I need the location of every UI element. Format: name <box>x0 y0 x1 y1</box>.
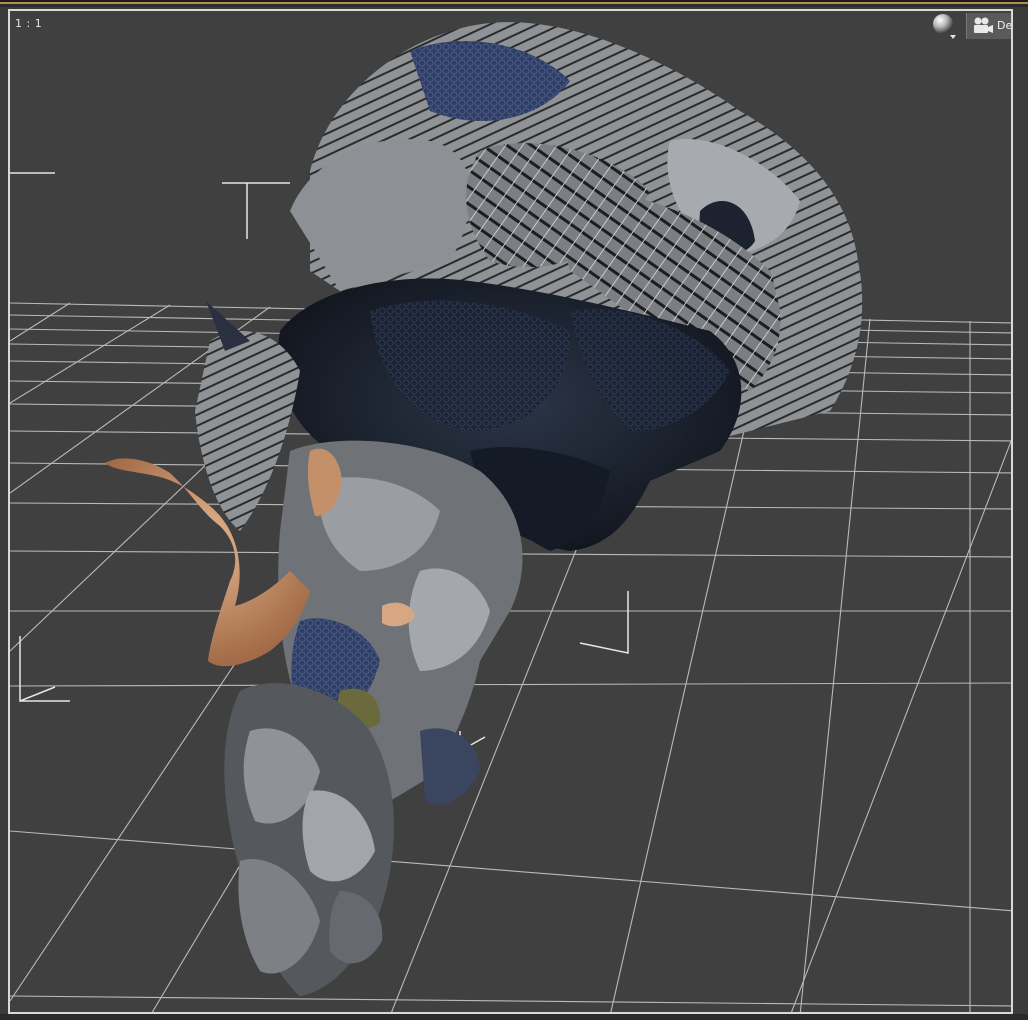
window-top-strip <box>0 0 1028 7</box>
camera-name-label: Defau <box>997 19 1013 32</box>
camera-selector-button[interactable]: Defau <box>966 13 1013 39</box>
sphere-shading-icon <box>933 14 956 39</box>
figure-model[interactable] <box>105 22 863 996</box>
camera-icon <box>974 17 993 33</box>
window-bottom-strip <box>0 1014 1028 1020</box>
render-mode-button[interactable] <box>932 13 956 41</box>
scene-canvas <box>10 22 1011 1012</box>
viewport-3d[interactable]: 1 : 1 Defau <box>8 9 1013 1014</box>
aspect-ratio-label: 1 : 1 <box>15 17 43 30</box>
